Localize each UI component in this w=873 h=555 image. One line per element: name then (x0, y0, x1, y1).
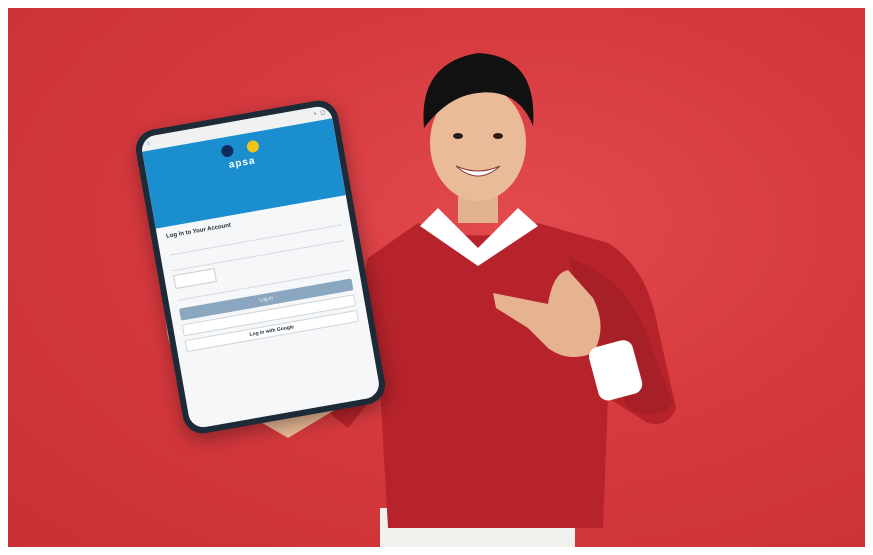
seal-icon (219, 144, 234, 159)
promotional-photo: ⌂ + ▢ apsa Log in to Your Account Log in… (8, 8, 865, 547)
home-icon: ⌂ (146, 140, 151, 147)
photo-frame: ⌂ + ▢ apsa Log in to Your Account Log in… (0, 0, 873, 555)
person-illustration (163, 53, 676, 547)
plus-icon: + (313, 110, 318, 118)
tabs-icon: ▢ (319, 109, 326, 117)
emblem-icon (245, 139, 260, 154)
